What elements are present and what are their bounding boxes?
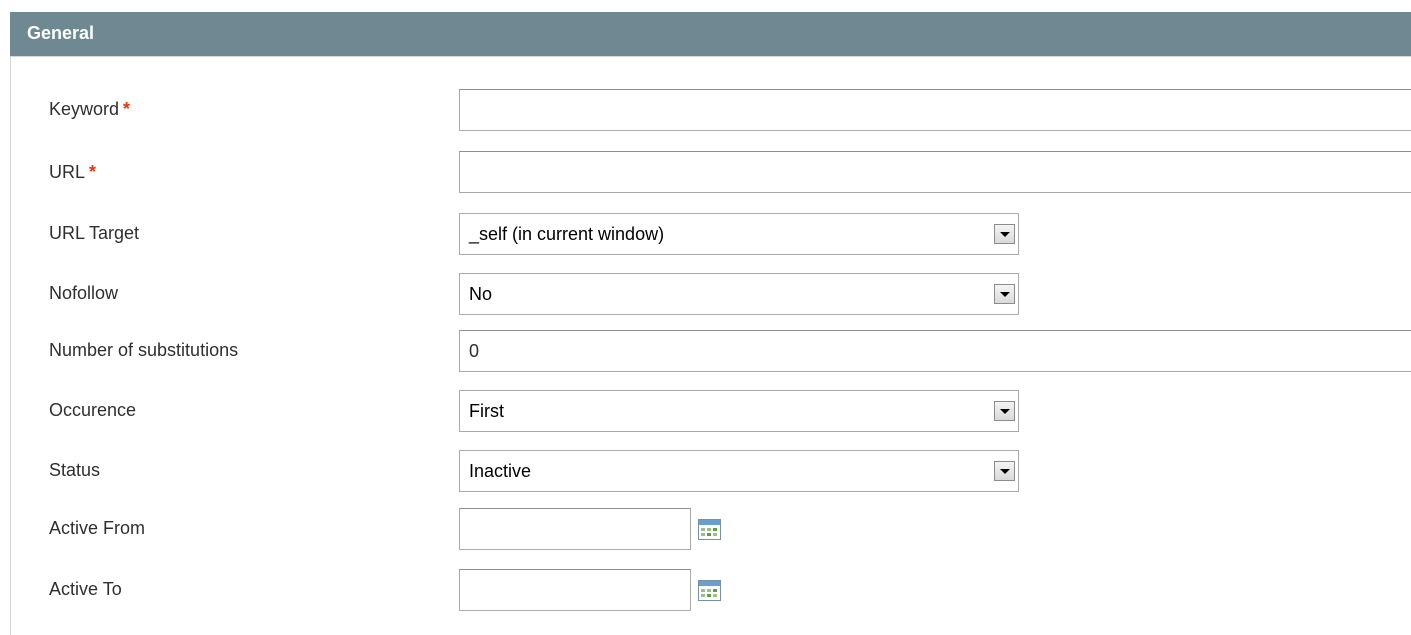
substitutions-label: Number of substitutions xyxy=(49,340,239,360)
nofollow-select[interactable]: No xyxy=(459,273,1019,315)
calendar-icon[interactable] xyxy=(698,519,721,540)
keyword-input[interactable] xyxy=(459,89,1411,131)
url-target-label: URL Target xyxy=(49,223,140,243)
status-select[interactable]: Inactive xyxy=(459,450,1019,492)
required-marker: * xyxy=(123,99,131,119)
nofollow-selected: No xyxy=(469,284,493,304)
url-target-select[interactable]: _self (in current window) xyxy=(459,213,1019,255)
calendar-icon[interactable] xyxy=(698,580,721,601)
active-from-input[interactable] xyxy=(459,508,691,550)
url-label: URL * xyxy=(49,162,97,182)
active-to-input[interactable] xyxy=(459,569,691,611)
active-to-label: Active To xyxy=(49,579,122,599)
occurence-selected: First xyxy=(469,401,504,421)
substitutions-input[interactable] xyxy=(459,330,1411,372)
required-marker: * xyxy=(89,162,97,182)
active-from-label: Active From xyxy=(49,518,146,538)
chevron-down-icon[interactable] xyxy=(994,224,1015,244)
fieldset-title: General xyxy=(27,23,95,43)
chevron-down-icon[interactable] xyxy=(994,461,1015,481)
url-target-selected: _self (in current window) xyxy=(469,224,665,244)
chevron-down-icon[interactable] xyxy=(994,284,1015,304)
fieldset-header: General xyxy=(10,12,1411,57)
nofollow-label: Nofollow xyxy=(49,283,119,303)
occurence-select[interactable]: First xyxy=(459,390,1019,432)
status-selected: Inactive xyxy=(469,461,532,481)
occurence-label: Occurence xyxy=(49,400,137,420)
keyword-label: Keyword * xyxy=(49,99,131,119)
chevron-down-icon[interactable] xyxy=(994,401,1015,421)
status-label: Status xyxy=(49,460,101,480)
url-input[interactable] xyxy=(459,151,1411,193)
